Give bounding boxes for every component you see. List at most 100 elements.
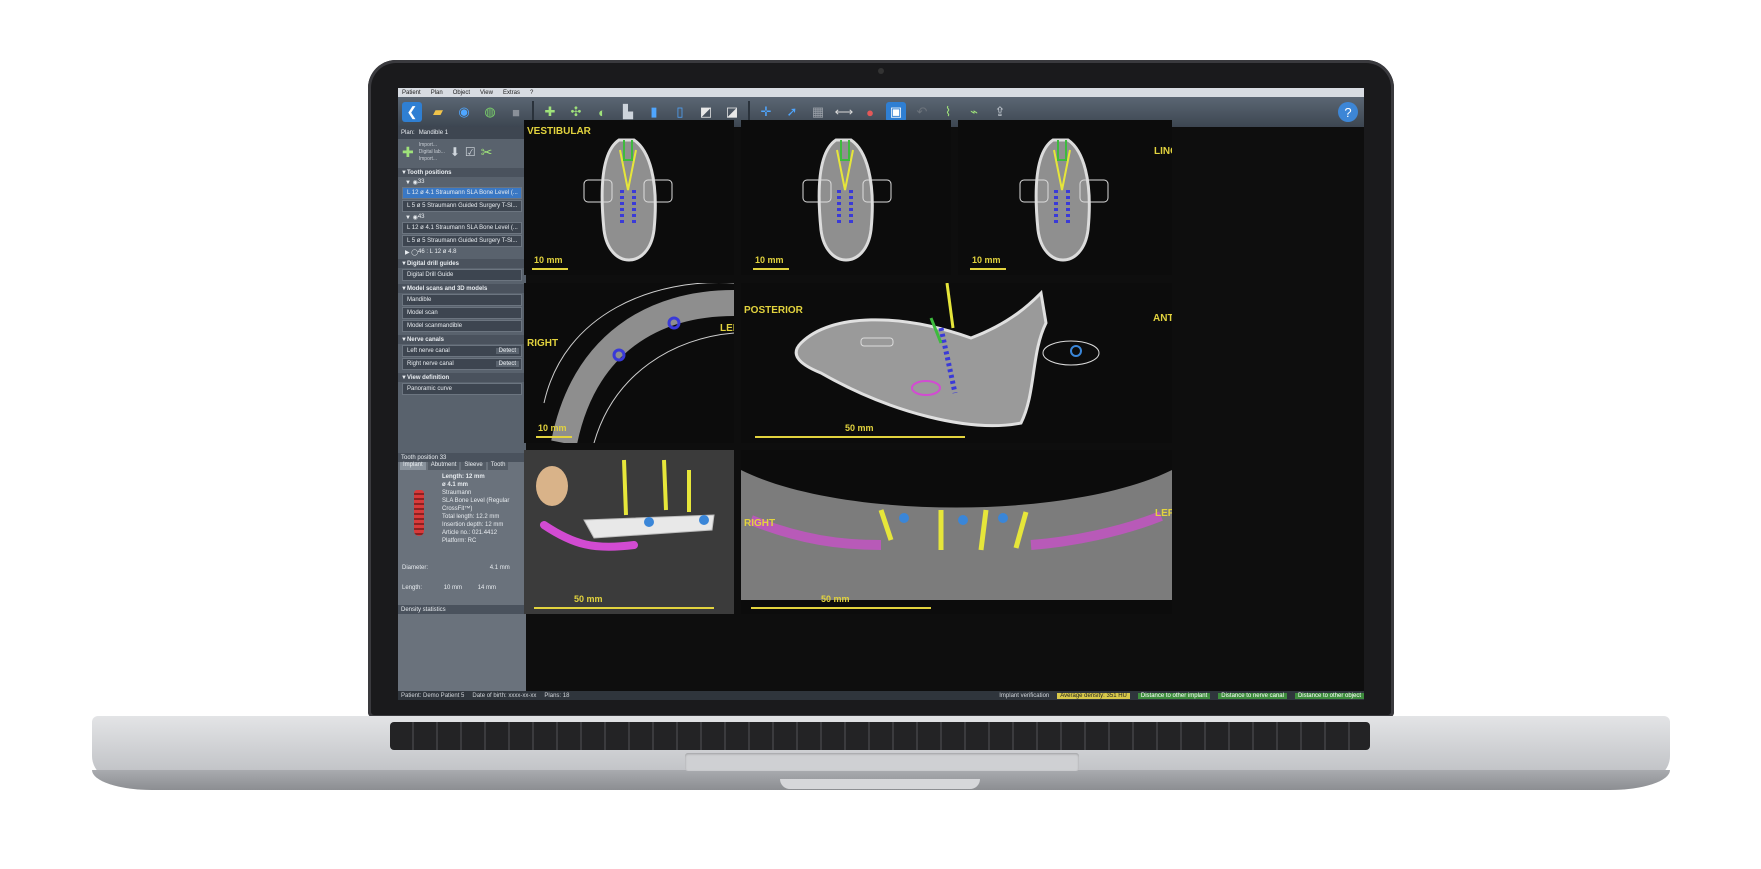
model-item[interactable]: Mandible — [402, 294, 522, 306]
tooth-group[interactable]: ▼ ◉ 43 — [402, 213, 522, 221]
help-icon[interactable]: ? — [1338, 102, 1358, 122]
drill-guide-item[interactable]: Digital Drill Guide — [402, 269, 522, 281]
add-icon[interactable]: ✚ — [402, 144, 414, 161]
tab-sleeve[interactable]: Sleeve — [461, 462, 486, 470]
label-left: LEFT — [720, 323, 734, 334]
section-title: Model scans and 3D models — [406, 285, 488, 292]
crown-icon[interactable]: ◐ — [592, 102, 612, 122]
tooth-row[interactable]: L 5 ø 5 Straumann Guided Surgery T-Sl... — [402, 235, 522, 247]
marker-icon[interactable]: ● — [860, 102, 880, 122]
implant-length: Length: 12 mm — [442, 474, 485, 480]
camera-tool-icon[interactable]: ◪ — [722, 102, 742, 122]
nerve-detect-icon[interactable]: ⌁ — [964, 102, 984, 122]
diameter-value[interactable]: 4.1 mm — [490, 565, 510, 571]
status-average-density: Average density: 351 HU — [1057, 692, 1130, 699]
cross-section-image — [802, 138, 892, 262]
pointer-icon[interactable]: ➚ — [782, 102, 802, 122]
menu-view[interactable]: View — [480, 90, 493, 96]
diameter-label: Diameter: — [402, 565, 429, 571]
scale-label: 50 mm — [574, 594, 603, 604]
section-models[interactable]: ▼ Model scans and 3D models — [398, 284, 526, 293]
section-drill-guides[interactable]: ▼ Digital drill guides — [398, 259, 526, 268]
implant-tool-icon[interactable]: ✣ — [566, 102, 586, 122]
grid-icon[interactable]: ▦ — [808, 102, 828, 122]
guide-icon[interactable]: ◩ — [696, 102, 716, 122]
scale-label: 10 mm — [534, 255, 563, 265]
menu-bar: Patient Plan Object View Extras ? — [398, 88, 1364, 97]
drill-icon[interactable]: ▯ — [670, 102, 690, 122]
tooth-group[interactable]: ▶ ◯ 46 : L 12 ø 4.8 — [402, 248, 522, 256]
view-cross-section-2[interactable]: 10 mm — [741, 120, 951, 275]
tooth-row[interactable]: L 12 ø 4.1 Straumann SLA Bone Level (... — [402, 187, 522, 199]
undo-icon[interactable]: ↶ — [912, 102, 932, 122]
add-implant-icon[interactable]: ✚ — [540, 102, 560, 122]
tooth-row[interactable]: L 12 ø 4.1 Straumann SLA Bone Level (... — [402, 222, 522, 234]
tab-implant[interactable]: Implant — [400, 462, 426, 470]
sleeve-icon[interactable]: ▮ — [644, 102, 664, 122]
detect-button[interactable]: Detect — [495, 348, 519, 354]
nerve-tool-icon[interactable]: ⌇ — [938, 102, 958, 122]
scale-label: 10 mm — [755, 255, 784, 265]
view-3d[interactable]: 50 mm — [524, 450, 734, 614]
back-icon[interactable]: ❮ — [402, 102, 422, 122]
menu-plan[interactable]: Plan — [431, 90, 443, 96]
scissors-icon[interactable]: ✂ — [481, 144, 493, 161]
tab-abutment[interactable]: Abutment — [427, 462, 460, 470]
view-cross-section-3[interactable]: LINGUAL 10 mm — [958, 120, 1172, 275]
scale-bar — [755, 436, 965, 438]
globe-icon[interactable]: ◍ — [480, 102, 500, 122]
scale-bar — [753, 268, 789, 270]
nerve-item[interactable]: Left nerve canal Detect — [402, 345, 522, 357]
cross-section-image — [1019, 138, 1109, 262]
export-icon[interactable]: ⇪ — [990, 102, 1010, 122]
density-statistics[interactable]: Density statistics — [398, 605, 526, 614]
status-distance-nerve: Distance to nerve canal — [1218, 692, 1287, 699]
import-item[interactable]: Import... — [419, 156, 445, 163]
model-label: Model scanmandible — [407, 323, 463, 329]
measure-icon[interactable]: ⟷ — [834, 102, 854, 122]
scale-bar — [536, 436, 572, 438]
tangential-image — [794, 283, 1100, 427]
menu-patient[interactable]: Patient — [402, 90, 421, 96]
status-distance-object: Distance to other object — [1294, 692, 1364, 699]
implant-icon[interactable]: ⬇ — [450, 145, 460, 159]
crosshair-icon[interactable]: ✛ — [756, 102, 776, 122]
abutment-icon[interactable]: ▙ — [618, 102, 638, 122]
section-tooth-positions[interactable]: ▼ Tooth positions — [398, 168, 526, 177]
detect-button[interactable]: Detect — [495, 361, 519, 367]
model-item[interactable]: Model scan — [402, 307, 522, 319]
open-folder-icon[interactable]: ▰ — [428, 102, 448, 122]
view-cross-section-1[interactable]: VESTIBULAR 10 mm — [524, 120, 734, 275]
section-title: View definition — [406, 374, 450, 381]
section-view-definition[interactable]: ▼ View definition — [398, 373, 526, 382]
nerve-label: Right nerve canal — [407, 361, 454, 367]
cross-section-image — [583, 138, 673, 262]
menu-help[interactable]: ? — [530, 90, 533, 96]
save-icon[interactable]: ■ — [506, 102, 526, 122]
import-item[interactable]: Import... — [419, 142, 445, 149]
view-axial[interactable]: RIGHT LEFT 10 mm — [524, 283, 734, 443]
select-icon[interactable]: ▣ — [886, 102, 906, 122]
3d-model-image — [536, 459, 715, 551]
menu-extras[interactable]: Extras — [503, 90, 520, 96]
section-nerve-canals[interactable]: ▼ Nerve canals — [398, 335, 526, 344]
properties-title: Tooth position 33 — [398, 453, 526, 462]
model-item[interactable]: Model scanmandible — [402, 320, 522, 332]
tab-tooth[interactable]: Tooth — [487, 462, 509, 470]
view-panoramic[interactable]: RIGHT LEFT 50 mm — [741, 450, 1172, 614]
menu-object[interactable]: Object — [453, 90, 470, 96]
label-left-panoramic: LEFT — [1155, 508, 1172, 519]
length-value[interactable]: 14 mm — [478, 585, 496, 591]
rotate-icon[interactable]: ◉ — [454, 102, 474, 122]
nerve-item[interactable]: Right nerve canal Detect — [402, 358, 522, 370]
section-title: Digital drill guides — [406, 260, 459, 267]
properties-tabs: Implant Abutment Sleeve Tooth — [398, 462, 526, 470]
check-icon[interactable]: ☑ — [465, 145, 476, 159]
length-value[interactable]: 10 mm — [444, 585, 462, 591]
view-tangential[interactable]: POSTERIOR ANTERIOR 50 mm — [741, 283, 1172, 443]
tooth-group[interactable]: ▼ ◉ 33 — [402, 178, 522, 186]
tooth-row[interactable]: L 5 ø 5 Straumann Guided Surgery T-Sl... — [402, 200, 522, 212]
plan-selector[interactable]: Plan: Mandible 1 — [398, 127, 526, 139]
view-def-item[interactable]: Panoramic curve — [402, 383, 522, 395]
import-item[interactable]: Digital lab... — [419, 149, 445, 156]
